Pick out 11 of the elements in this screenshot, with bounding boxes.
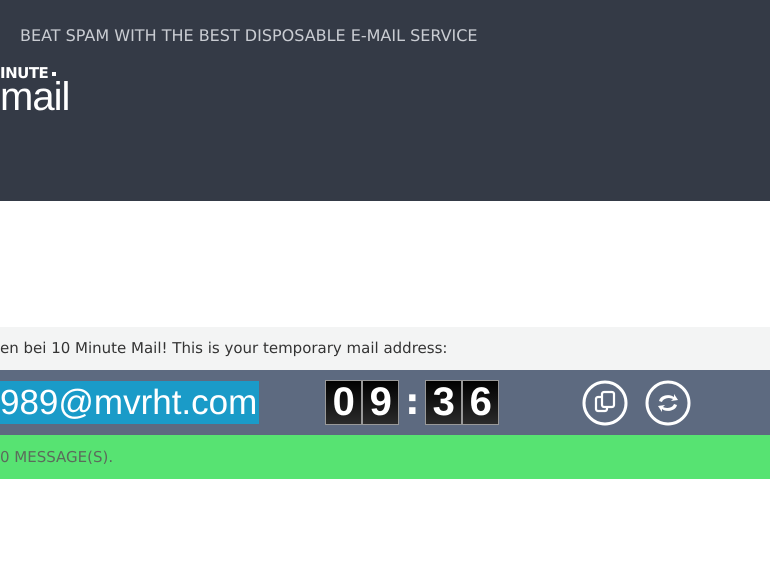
timer-separator: : [404, 384, 420, 420]
timer-digit: 3 [425, 380, 462, 425]
timer-digit: 6 [462, 380, 500, 425]
refresh-icon[interactable] [645, 380, 692, 426]
logo[interactable]: INUTE mail [0, 66, 70, 115]
timer-digit: 9 [362, 380, 400, 425]
tagline: BEAT SPAM WITH THE BEST DISPOSABLE E-MAIL SERVICE [20, 25, 478, 47]
timer-digit: 0 [325, 380, 362, 425]
message-count: 0 MESSAGE(S). [0, 446, 114, 468]
welcome-text: en bei 10 Minute Mail! This is your temporary mail address: [0, 338, 448, 360]
copy-icon[interactable] [582, 380, 628, 426]
